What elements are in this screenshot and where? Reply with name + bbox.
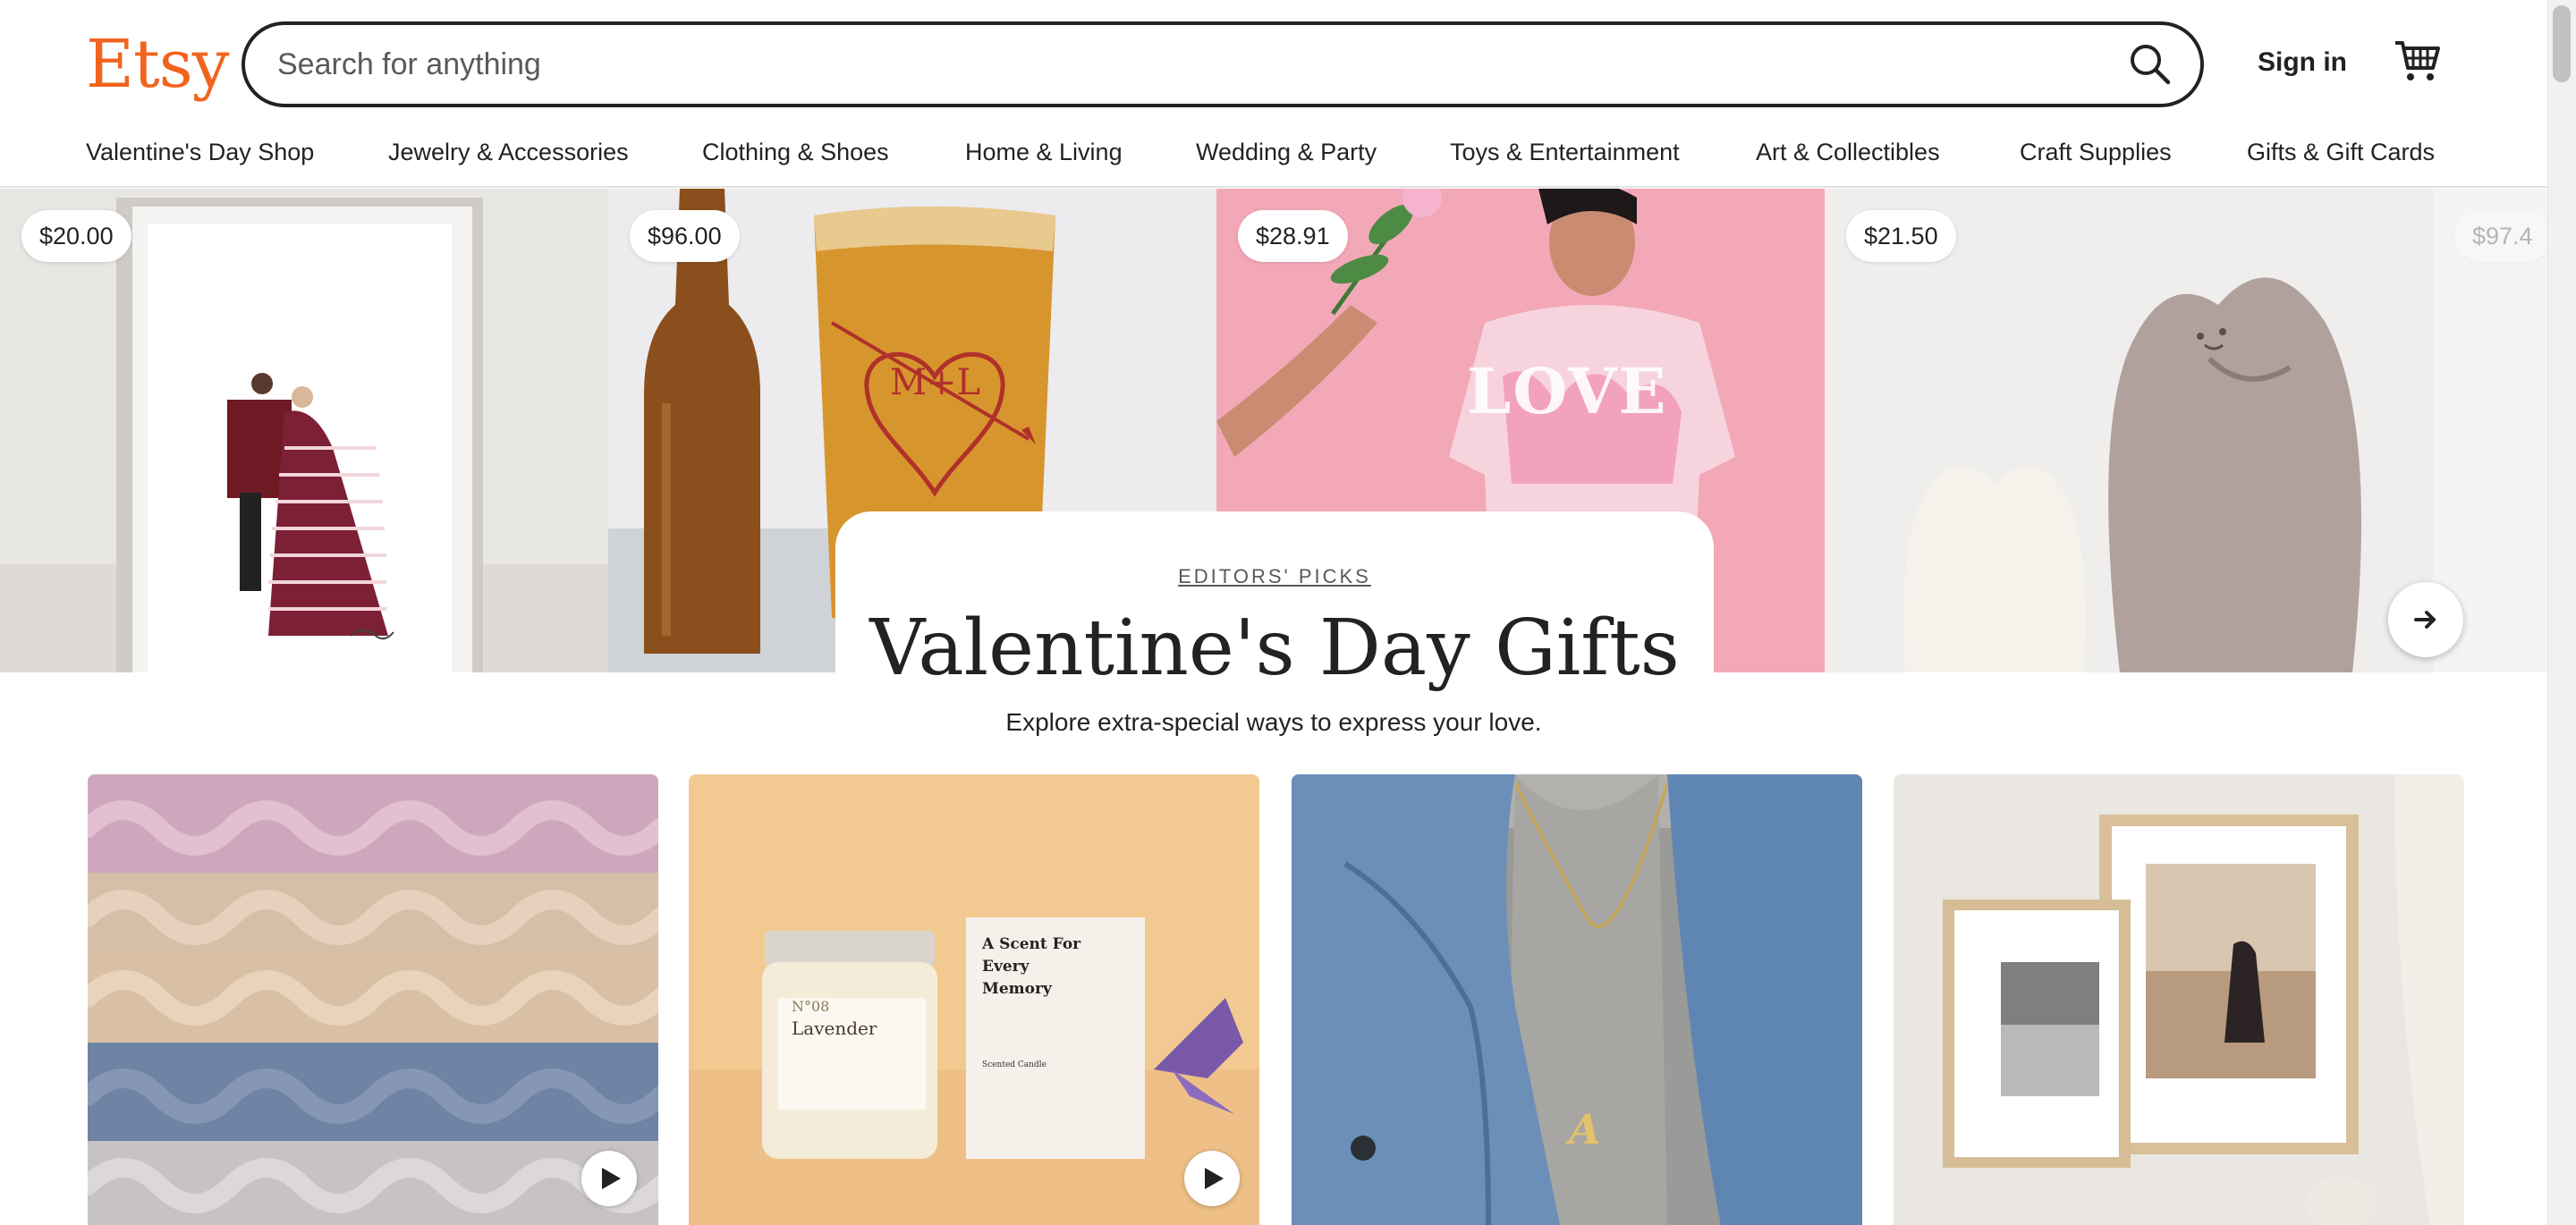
necklace-pendant: A [1569, 1105, 1601, 1153]
category-wedding-party[interactable]: Wedding & Party [1196, 134, 1377, 170]
category-gifts-gift-cards[interactable]: Gifts & Gift Cards [2247, 134, 2435, 170]
etsy-logo[interactable]: Etsy [86, 20, 230, 109]
hero-title: Valentine's Day Gifts [869, 604, 1680, 693]
lavender-candle-image [689, 774, 1259, 1225]
product-card-couple-portrait[interactable] [1894, 774, 2464, 1225]
product-card-lavender-candle[interactable]: N°08 Lavender A Scent For Every Memory S… [689, 774, 1259, 1225]
hero-item-hugging-candles[interactable]: $21.50 [1825, 189, 2433, 672]
category-valentines-day-shop[interactable]: Valentine's Day Shop [86, 134, 314, 170]
price-badge: $21.50 [1846, 210, 1956, 262]
glass-engraving-text: M+L [890, 362, 980, 403]
site-header: Etsy Sign in [0, 0, 2547, 125]
candle-label: Lavender [792, 1018, 877, 1039]
scrollbar-thumb[interactable] [2553, 5, 2571, 82]
candle-box-sub: Scented Candle [982, 1060, 1046, 1069]
category-craft-supplies[interactable]: Craft Supplies [2020, 134, 2172, 170]
play-video-button[interactable] [1184, 1151, 1240, 1206]
price-badge: $28.91 [1238, 210, 1348, 262]
play-video-button[interactable] [581, 1151, 637, 1206]
product-card-initial-necklace[interactable]: A [1292, 774, 1862, 1225]
cart-icon[interactable] [2394, 38, 2440, 84]
search-icon[interactable] [2127, 41, 2174, 88]
price-badge: $96.00 [630, 210, 740, 262]
editors-picks-link[interactable]: EDITORS' PICKS [835, 565, 1714, 588]
price-badge: $20.00 [21, 210, 131, 262]
category-home-living[interactable]: Home & Living [965, 134, 1123, 170]
category-clothing-shoes[interactable]: Clothing & Shoes [702, 134, 889, 170]
play-icon [1205, 1168, 1224, 1189]
knit-blanket-image [88, 774, 658, 1225]
hero-subtitle: Explore extra-special ways to express yo… [1005, 708, 1542, 736]
carousel-next-button[interactable] [2388, 582, 2463, 657]
editors-picks-card: EDITORS' PICKS Valentine's Day Gifts [835, 511, 1714, 693]
category-jewelry-accessories[interactable]: Jewelry & Accessories [388, 134, 629, 170]
page-scrollbar[interactable] [2547, 0, 2576, 1225]
couple-portrait-image [1894, 774, 2464, 1225]
product-card-knit-blanket[interactable] [88, 774, 658, 1225]
hero-item-framed-print[interactable]: $20.00 [0, 189, 608, 672]
candle-box-text: A Scent For Every Memory [982, 935, 1081, 998]
search-bar[interactable] [242, 21, 2204, 107]
category-toys-entertainment[interactable]: Toys & Entertainment [1450, 134, 1680, 170]
price-badge: $97.4 [2454, 210, 2547, 262]
initial-necklace-image [1292, 774, 1862, 1225]
candle-number: N°08 [792, 998, 830, 1015]
glass-engraving: M+L [890, 362, 980, 403]
category-nav: Valentine's Day Shop Jewelry & Accessori… [0, 125, 2547, 188]
play-icon [602, 1168, 621, 1189]
tshirt-print: LOVE [1467, 354, 1668, 428]
category-art-collectibles[interactable]: Art & Collectibles [1756, 134, 1940, 170]
search-input[interactable] [277, 25, 2084, 104]
arrow-right-icon [2414, 611, 2436, 629]
sign-in-link[interactable]: Sign in [2258, 43, 2347, 82]
